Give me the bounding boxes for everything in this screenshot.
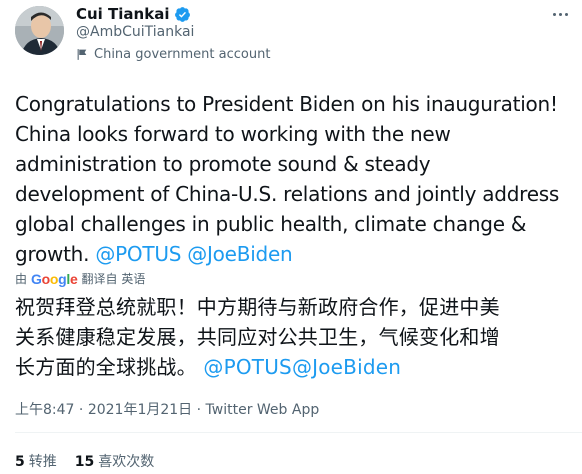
likes-count: 15 [74,454,95,470]
author-name-row[interactable]: Cui Tiankai [76,4,191,24]
retweets-stat[interactable]: 5 转推 [15,451,57,471]
tweet-time[interactable]: 上午8:47 [15,402,74,418]
verified-badge-icon [175,6,191,22]
tweet-meta: 上午8:47 · 2021年1月21日 · Twitter Web App [15,399,319,419]
mention-joebiden-zh[interactable]: @JoeBiden [292,355,401,379]
divider [15,432,582,433]
tweet-date[interactable]: 2021年1月21日 [88,402,192,418]
tweet-text-english: Congratulations to President Biden on hi… [15,89,582,269]
translate-label: 翻译自 英语 [81,272,146,286]
retweets-count: 5 [15,454,25,470]
google-logo: Google [31,270,78,287]
likes-stat[interactable]: 15 喜欢次数 [75,451,154,471]
likes-label: 喜欢次数 [98,454,155,470]
meta-separator: · [74,402,88,418]
translation-attribution: 由 Google 翻译自 英语 [15,270,145,287]
retweets-label: 转推 [28,454,57,470]
mention-joebiden[interactable]: @JoeBiden [187,242,292,266]
more-options-icon[interactable] [548,6,572,22]
meta-separator-2: · [192,402,206,418]
author-name[interactable]: Cui Tiankai [76,5,169,23]
tweet-text-chinese: 祝贺拜登总统就职！中方期待与新政府合作，促进中美 关系健康稳定发展，共同应对公共… [15,292,582,382]
flag-icon [77,49,87,60]
tweet-body-english: Congratulations to President Biden on hi… [15,92,560,266]
government-account-label[interactable]: China government account [76,47,270,62]
tweet-source[interactable]: Twitter Web App [206,402,320,418]
mention-potus-zh[interactable]: @POTUS [203,355,292,379]
avatar[interactable] [15,6,64,55]
author-handle[interactable]: @AmbCuiTiankai [76,24,194,40]
translate-prefix: 由 [15,272,28,286]
person-avatar-icon [15,6,64,55]
tweet-stats: 5 转推 15 喜欢次数 [15,451,154,471]
mention-potus[interactable]: @POTUS [95,242,181,266]
government-account-text: China government account [94,47,271,62]
